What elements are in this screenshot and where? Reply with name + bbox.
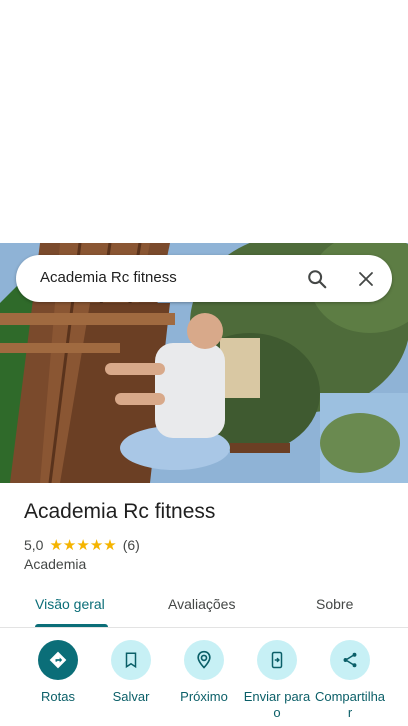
place-title: Academia Rc fitness (24, 500, 216, 523)
nearby-label: Próximo (180, 689, 228, 704)
rating-row[interactable]: 5,0 ★ ★ ★ ★ ★ (6) (24, 536, 140, 554)
search-icon[interactable] (303, 265, 331, 293)
star-rating: ★ ★ ★ ★ ★ (49, 538, 116, 553)
send-to-phone-icon (257, 640, 297, 680)
place-category: Academia (24, 556, 87, 572)
bookmark-icon (111, 640, 151, 680)
review-count: (6) (122, 537, 140, 553)
search-input[interactable]: Academia Rc fitness (40, 269, 177, 286)
directions-button[interactable]: Rotas (18, 640, 98, 705)
map-blank-area (0, 0, 408, 243)
star-icon: ★ (89, 536, 104, 554)
save-label: Salvar (112, 689, 150, 704)
tab-reviews[interactable]: Avaliações (168, 596, 235, 612)
share-icon (330, 640, 370, 680)
close-icon[interactable] (352, 265, 380, 293)
place-tabs: Visão geral Avaliações Sobre (0, 586, 408, 628)
share-button[interactable]: Compartilhar (310, 640, 390, 721)
directions-label: Rotas (41, 689, 75, 704)
rating-value: 5,0 (24, 537, 44, 553)
star-icon: ★ (103, 536, 117, 554)
send-to-phone-button[interactable]: Enviar para o (237, 640, 317, 721)
send-to-phone-label: Enviar para o (243, 689, 311, 720)
directions-icon (38, 640, 78, 680)
tab-overview[interactable]: Visão geral (35, 596, 105, 612)
star-icon: ★ (76, 536, 90, 554)
nearby-icon (184, 640, 224, 680)
save-button[interactable]: Salvar (91, 640, 171, 705)
share-label: Compartilhar (314, 689, 386, 720)
star-icon: ★ (49, 536, 63, 554)
star-icon: ★ (62, 536, 77, 554)
search-bar[interactable]: Academia Rc fitness (16, 255, 392, 302)
action-bar: Rotas Salvar Próximo Enviar para o Compa… (0, 640, 408, 726)
tab-about[interactable]: Sobre (316, 596, 353, 612)
nearby-button[interactable]: Próximo (164, 640, 244, 705)
active-tab-indicator (35, 624, 108, 627)
